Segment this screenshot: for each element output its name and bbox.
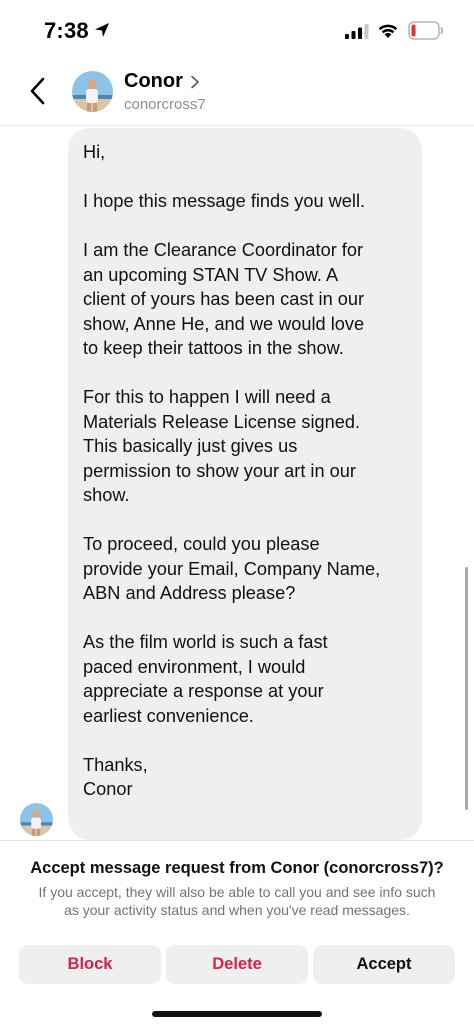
avatar[interactable] — [72, 71, 113, 112]
sender-avatar[interactable] — [20, 803, 53, 836]
chevron-right-icon — [191, 75, 199, 88]
wifi-icon — [378, 24, 398, 38]
profile-handle: conorcross7 — [124, 96, 206, 113]
status-time: 7:38 — [44, 18, 89, 43]
profile-name-link[interactable]: Conor — [124, 70, 201, 93]
chevron-left-icon[interactable] — [26, 75, 50, 107]
message-paragraph: Hi, — [83, 142, 106, 162]
status-bar: 7:38 — [0, 0, 474, 60]
request-title: Accept message request from Conor (conor… — [30, 859, 444, 877]
profile-name: Conor — [124, 70, 183, 92]
delete-button[interactable]: Delete — [166, 945, 308, 984]
location-arrow-icon — [95, 23, 109, 37]
message-paragraph: As the film world is such a fast paced e… — [83, 632, 328, 726]
cell-signal-icon — [345, 24, 369, 39]
block-button[interactable]: Block — [19, 945, 161, 984]
battery-low-icon — [408, 21, 444, 40]
home-indicator[interactable] — [152, 1011, 322, 1017]
message-paragraph: Thanks, Conor — [83, 754, 148, 800]
conversation-header: Conor conorcross7 — [0, 60, 474, 126]
accept-button[interactable]: Accept — [313, 945, 455, 984]
message-paragraph: For this to happen I will need a Materia… — [83, 387, 361, 505]
message-paragraph: I am the Clearance Coordinator for an up… — [83, 240, 365, 358]
message-paragraph: I hope this message finds you well. — [83, 191, 366, 211]
message-bubble[interactable]: Hi, I hope this message finds you well. … — [68, 128, 422, 840]
scroll-indicator[interactable] — [465, 567, 468, 810]
request-description: If you accept, they will also be able to… — [38, 884, 436, 918]
message-paragraph: To proceed, could you please provide you… — [83, 534, 381, 603]
message-request-panel: Accept message request from Conor (conor… — [0, 840, 474, 1025]
